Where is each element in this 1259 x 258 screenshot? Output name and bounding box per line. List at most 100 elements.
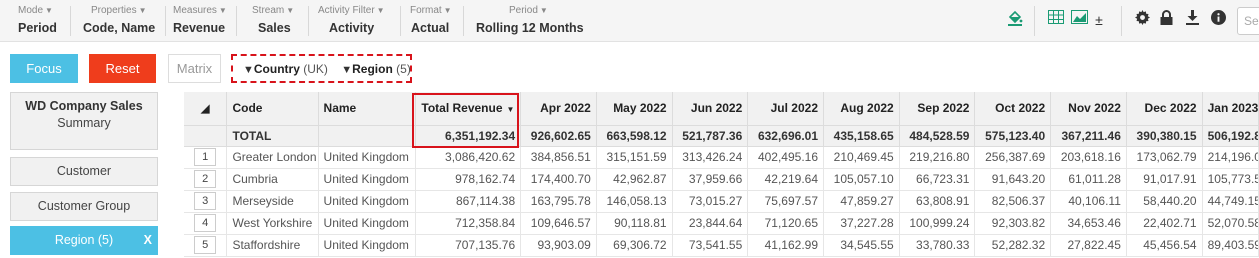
dimension-customer[interactable]: Customer — [10, 157, 158, 186]
column-header[interactable]: Sep 2022 — [899, 92, 976, 126]
table-row[interactable]: 1 Greater London United Kingdom 3,086,420.6… — [184, 146, 1259, 169]
code-cell[interactable]: West Yorkshire — [226, 212, 319, 235]
value-cell: 91,017.91 — [1126, 168, 1203, 191]
value-cell: 82,506.37 — [974, 190, 1052, 213]
plus-minus-icon[interactable]: ± — [1091, 10, 1107, 30]
column-header[interactable]: Name — [318, 92, 416, 126]
divider — [400, 6, 401, 36]
active-filters: ▼Country (UK) ▼Region (5) — [231, 54, 412, 83]
download-icon[interactable] — [1183, 10, 1201, 30]
value-cell: 203,618.16 — [1050, 146, 1127, 169]
total-cell: 575,123.40 — [974, 125, 1052, 147]
lock-icon[interactable] — [1157, 10, 1175, 30]
code-cell[interactable]: Greater London — [226, 146, 319, 169]
column-header[interactable]: Dec 2022 — [1126, 92, 1203, 126]
column-header-label: Total Revenue — [421, 101, 503, 116]
column-header[interactable]: Code — [226, 92, 319, 126]
matrix-button[interactable]: Matrix — [168, 54, 221, 83]
stream-value: Sales — [258, 21, 291, 35]
filter-name: Country — [253, 62, 300, 76]
paint-bucket-icon[interactable] — [1005, 10, 1025, 30]
reset-button[interactable]: Reset — [89, 54, 156, 83]
chevron-down-icon: ▼ — [539, 6, 548, 15]
chevron-down-icon: ▼ — [45, 6, 53, 15]
stream-label: Stream — [252, 5, 285, 16]
value-cell: 712,358.84 — [415, 212, 522, 235]
divider — [308, 6, 309, 36]
divider — [236, 6, 237, 36]
filter-chip-region[interactable]: ▼Region (5) — [341, 62, 411, 76]
value-cell: 978,162.74 — [415, 168, 522, 191]
row-number[interactable]: 5 — [194, 236, 217, 254]
format-value: Actual — [411, 21, 450, 35]
value-cell: 89,403.59 — [1202, 234, 1259, 257]
value-cell: 105,057.10 — [823, 168, 900, 191]
chart-icon[interactable] — [1069, 10, 1089, 30]
value-cell: 66,723.31 — [899, 168, 976, 191]
row-number[interactable]: 1 — [194, 148, 217, 166]
column-header[interactable]: Apr 2022 — [520, 92, 597, 126]
mode-value: Period — [18, 21, 57, 35]
info-icon[interactable] — [1209, 10, 1227, 30]
format-label: Format — [410, 5, 442, 16]
column-header[interactable]: May 2022 — [596, 92, 673, 126]
filter-chip-country[interactable]: ▼Country (UK) — [243, 62, 328, 76]
chevron-down-icon: ▼ — [286, 6, 295, 15]
value-cell: 47,859.27 — [823, 190, 900, 213]
focus-button[interactable]: Focus — [10, 54, 78, 83]
dimension-customer-group[interactable]: Customer Group — [10, 192, 158, 221]
column-header[interactable]: Oct 2022 — [974, 92, 1052, 126]
value-cell: 61,011.28 — [1050, 168, 1127, 191]
total-cell: 663,598.12 — [596, 125, 673, 147]
table-row[interactable]: 5 Staffordshire United Kingdom 707,135.76 93… — [184, 234, 1259, 257]
summary-panel[interactable]: WD Company Sales Summary — [10, 92, 158, 150]
grid-icon[interactable] — [1046, 10, 1066, 30]
column-header[interactable]: Aug 2022 — [823, 92, 900, 126]
value-cell: 313,426.24 — [672, 146, 749, 169]
period-label: Period — [509, 5, 538, 16]
value-cell: 173,062.79 — [1126, 146, 1203, 169]
value-cell: 109,646.57 — [520, 212, 597, 235]
divider — [463, 6, 464, 36]
value-cell: 33,780.33 — [899, 234, 976, 257]
value-cell: 3,086,420.62 — [415, 146, 522, 169]
total-cell: 484,528.59 — [899, 125, 976, 147]
expand-toggle[interactable]: ◢ — [184, 92, 228, 126]
table-row[interactable]: 2 Cumbria United Kingdom 978,162.74 174,400.… — [184, 168, 1259, 191]
dimension-region-active[interactable]: Region (5) X — [10, 226, 158, 255]
column-header[interactable]: Jun 2022 — [672, 92, 749, 126]
column-header[interactable]: Jan 2023 — [1202, 92, 1259, 126]
measures-value: Revenue — [173, 21, 226, 35]
table-row[interactable]: 4 West Yorkshire United Kingdom 712,358.84 1… — [184, 212, 1259, 235]
row-number[interactable]: 2 — [194, 170, 217, 188]
value-cell: 163,795.78 — [520, 190, 597, 213]
row-number[interactable]: 3 — [194, 192, 217, 210]
value-cell: 45,456.54 — [1126, 234, 1203, 257]
table-row[interactable]: 3 Merseyside United Kingdom 867,114.38 163,7… — [184, 190, 1259, 213]
name-cell: United Kingdom — [318, 190, 416, 213]
code-cell[interactable]: Cumbria — [226, 168, 319, 191]
column-header-sorted[interactable]: Total Revenue ▼ — [415, 92, 522, 126]
column-header[interactable]: Nov 2022 — [1050, 92, 1127, 126]
code-cell[interactable]: Merseyside — [226, 190, 319, 213]
code-cell[interactable]: Staffordshire — [226, 234, 319, 257]
value-cell: 41,162.99 — [747, 234, 824, 257]
row-number[interactable]: 4 — [194, 214, 217, 232]
total-label: TOTAL — [226, 125, 319, 147]
total-cell: 435,158.65 — [823, 125, 900, 147]
search-input[interactable]: Se — [1237, 7, 1259, 35]
value-cell: 92,303.82 — [974, 212, 1052, 235]
gear-icon[interactable] — [1133, 10, 1151, 30]
close-icon[interactable]: X — [144, 226, 152, 255]
total-cell: 367,211.46 — [1050, 125, 1127, 147]
value-cell: 37,227.28 — [823, 212, 900, 235]
value-cell: 40,106.11 — [1050, 190, 1127, 213]
divider — [70, 6, 71, 36]
total-cell: 926,602.65 — [520, 125, 597, 147]
period-value: Rolling 12 Months — [476, 21, 584, 35]
column-header[interactable]: Jul 2022 — [747, 92, 824, 126]
value-cell: 71,120.65 — [747, 212, 824, 235]
filter-icon: ▼ — [243, 64, 254, 76]
value-cell: 105,773.53 — [1202, 168, 1259, 191]
value-cell: 75,697.57 — [747, 190, 824, 213]
